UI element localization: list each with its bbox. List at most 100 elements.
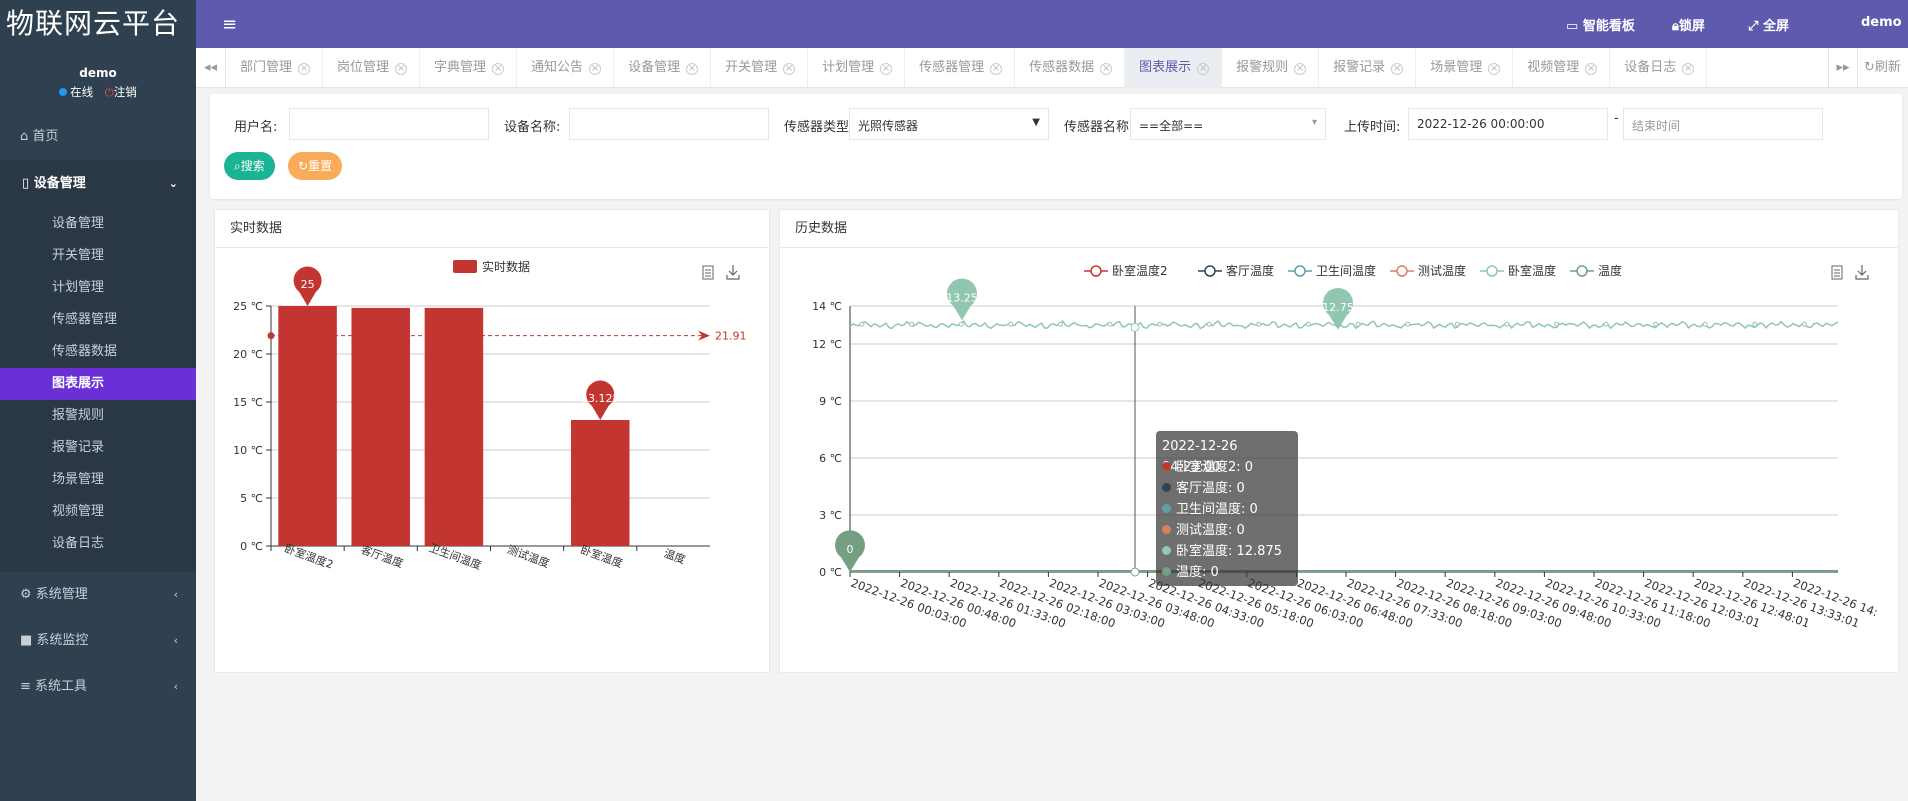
refresh-button[interactable]: ↻刷新	[1864, 48, 1901, 88]
tab-label: 开关管理	[725, 60, 778, 75]
fullscreen-button[interactable]: ⤢ 全屏	[1748, 15, 1789, 34]
legend-swatch	[453, 260, 477, 273]
tab-close-icon[interactable]: ×	[1391, 63, 1404, 75]
sidebar-subitem[interactable]: 设备日志	[0, 528, 196, 560]
tab-item[interactable]: 通知公告 ×	[517, 48, 615, 88]
search-button[interactable]: ⌕搜索	[224, 152, 275, 180]
tab-item[interactable]: 传感器管理 ×	[905, 48, 1016, 88]
sidebar: 物联网云平台 demo 在线 ⏻注销 ⌂ 首页 ▯ 设备管理 ⌄ 设备管理 开关管…	[0, 0, 196, 801]
username-label: 用户名:	[234, 120, 278, 135]
hamburger-menu-icon[interactable]: ≡	[222, 14, 237, 35]
y-tick-label: 10 ℃	[233, 444, 263, 457]
tab-close-icon[interactable]: ×	[589, 63, 602, 75]
dashboard-button[interactable]: ▭ 智能看板	[1566, 15, 1635, 34]
tab-item[interactable]: 开关管理 ×	[711, 48, 809, 88]
sidebar-subitem[interactable]: 设备管理	[0, 208, 196, 240]
sidebar-item-home[interactable]: ⌂ 首页	[0, 114, 196, 160]
sidebar-subitem[interactable]: 报警规则	[0, 400, 196, 432]
tab-label: 计划管理	[822, 60, 875, 75]
tab-close-icon[interactable]: ×	[1197, 63, 1210, 75]
tab-item[interactable]: 报警记录 ×	[1319, 48, 1417, 88]
sidebar-subitem[interactable]: 报警记录	[0, 432, 196, 464]
tab-item[interactable]: 场景管理 ×	[1416, 48, 1514, 88]
legend-label: 温度	[1598, 263, 1622, 278]
tab-close-icon[interactable]: ×	[990, 63, 1003, 75]
tab-item[interactable]: 传感器数据 ×	[1015, 48, 1126, 88]
tabs-scroll-right-icon[interactable]: ▸▸	[1828, 48, 1858, 88]
page-tabs: ◂◂ 部门管理 × 岗位管理 × 字典管理 × 通知公告 × 设备管理 × 开关管理 × 计划管理 × 传感…	[196, 48, 1908, 88]
tab-item[interactable]: 报警规则 ×	[1222, 48, 1320, 88]
chart-tooltip: 2022-12-26 04:23:00 卧室温度2: 0 客厅温度: 0 卫生间温度:…	[1156, 431, 1298, 586]
end-time-input[interactable]: 结束时间	[1623, 108, 1823, 140]
tab-close-icon[interactable]: ×	[686, 63, 699, 75]
bar	[570, 420, 630, 546]
history-line-chart: 卧室温度2 客厅温度 卫生间温度 测试温度 卧室温度 温度 0 ℃ 3 ℃ 6 ℃ 9 ℃ 12 ℃…	[812, 263, 1880, 631]
top-navbar: ≡ ▭ 智能看板 🔒︎锁屏 ⤢ 全屏 demo	[196, 0, 1908, 48]
lock-button[interactable]: 🔒︎锁屏	[1672, 15, 1705, 34]
tab-item[interactable]: 图表展示 ×	[1125, 48, 1223, 88]
menu-icon: ≡	[20, 679, 36, 694]
tab-close-icon[interactable]: ×	[1682, 63, 1695, 75]
tab-label: 传感器管理	[919, 60, 985, 75]
tab-item[interactable]: 计划管理 ×	[808, 48, 906, 88]
tab-close-icon[interactable]: ×	[1294, 63, 1307, 75]
sidebar-item-system-tools[interactable]: ≡ 系统工具 ‹	[0, 664, 196, 710]
data-view-icon-lines	[705, 269, 711, 277]
tab-close-icon[interactable]: ×	[1488, 63, 1501, 75]
tab-close-icon[interactable]: ×	[880, 63, 893, 75]
logout-link[interactable]: 注销	[114, 85, 137, 99]
start-time-input[interactable]: 2022-12-26 00:00:00	[1408, 108, 1608, 140]
series-point	[1355, 321, 1361, 327]
sidebar-item-system-mgmt[interactable]: ⚙ 系统管理 ‹	[0, 572, 196, 618]
sidebar-subitem[interactable]: 图表展示	[0, 368, 196, 400]
legend-dot	[1486, 265, 1498, 277]
range-dash: -	[1614, 111, 1619, 126]
tab-item[interactable]: 设备管理 ×	[614, 48, 712, 88]
sidebar-subitem[interactable]: 开关管理	[0, 240, 196, 272]
tab-item[interactable]: 岗位管理 ×	[323, 48, 421, 88]
sidebar-subitem[interactable]: 计划管理	[0, 272, 196, 304]
sensor-name-select[interactable]: ==全部== ▾	[1130, 108, 1326, 140]
legend-dot	[1090, 265, 1102, 277]
logout-icon[interactable]: ⏻	[105, 85, 114, 99]
upload-time-label: 上传时间:	[1344, 120, 1401, 135]
device-name-label: 设备名称:	[504, 120, 561, 135]
username-input[interactable]	[289, 108, 489, 140]
reset-button[interactable]: ↻重置	[288, 152, 343, 180]
tab-item[interactable]: 字典管理 ×	[420, 48, 518, 88]
tab-item[interactable]: 设备日志 ×	[1610, 48, 1708, 88]
tab-item[interactable]: 部门管理 ×	[226, 48, 324, 88]
tab-label: 场景管理	[1430, 60, 1483, 75]
tabs-scroll-left-icon[interactable]: ◂◂	[196, 48, 226, 88]
user-menu[interactable]: demo	[1861, 15, 1902, 30]
tab-close-icon[interactable]: ×	[492, 63, 505, 75]
sidebar-item-device-mgmt[interactable]: ▯ 设备管理 ⌄	[0, 160, 196, 208]
series-point	[909, 321, 915, 327]
sidebar-item-label: 系统监控	[36, 633, 89, 648]
tab-close-icon[interactable]: ×	[1585, 63, 1598, 75]
y-tick-label: 25 ℃	[233, 300, 263, 313]
tab-item[interactable]: 视频管理 ×	[1513, 48, 1611, 88]
pointer-point	[1130, 567, 1140, 577]
sidebar-subitem[interactable]: 视频管理	[0, 496, 196, 528]
series-point	[1405, 321, 1411, 327]
sidebar-item-system-monitor[interactable]: ■ 系统监控 ‹	[0, 618, 196, 664]
sidebar-subitem[interactable]: 传感器数据	[0, 336, 196, 368]
tab-close-icon[interactable]: ×	[395, 63, 408, 75]
x-tick-label: 温度	[662, 546, 687, 567]
caret-down-icon: ▾	[1311, 117, 1317, 128]
sensor-type-select[interactable]: 光照传感器 ▼	[849, 108, 1049, 140]
tab-close-icon[interactable]: ×	[783, 63, 796, 75]
y-tick-label: 0 ℃	[819, 566, 842, 579]
tab-close-icon[interactable]: ×	[298, 63, 311, 75]
series-point	[1653, 321, 1659, 327]
data-view-icon-lines	[1834, 269, 1840, 277]
tooltip-text: 测试温度: 0	[1176, 523, 1245, 538]
tab-close-icon[interactable]: ×	[1100, 63, 1113, 75]
sidebar-subitem[interactable]: 场景管理	[0, 464, 196, 496]
sidebar-item-label: 系统管理	[35, 587, 88, 602]
tooltip-row: 客厅温度: 0	[1162, 478, 1292, 499]
sidebar-subitem[interactable]: 传感器管理	[0, 304, 196, 336]
series-point	[1702, 321, 1708, 327]
device-name-input[interactable]	[569, 108, 769, 140]
